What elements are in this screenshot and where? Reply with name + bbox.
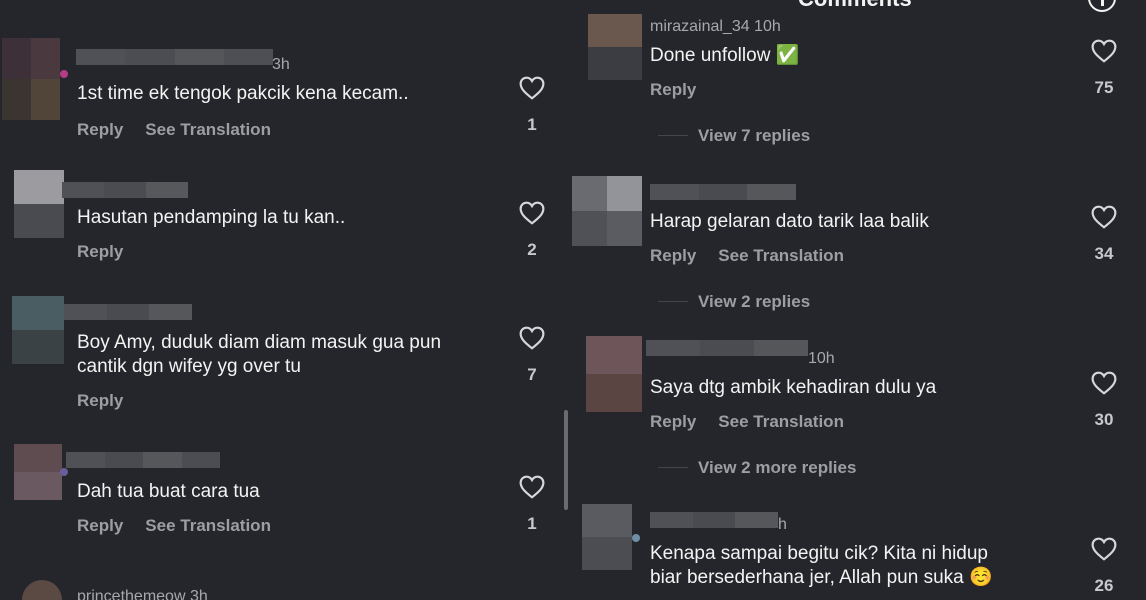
comment-actions: Reply	[77, 391, 145, 411]
see-translation-button[interactable]: See Translation	[718, 412, 844, 431]
comment-username[interactable]: mirazainal_34 10h	[650, 18, 781, 36]
right-comment-list[interactable]: mirazainal_34 10h Done unfollow ✅ Reply …	[570, 0, 1146, 600]
comment-text: 1st time ek tengok pakcik kena kecam..	[77, 83, 409, 104]
heart-icon[interactable]	[1091, 371, 1117, 395]
username-blurred	[650, 184, 796, 200]
reply-button[interactable]: Reply	[77, 391, 123, 410]
comment-text: Dah tua buat cara tua	[77, 481, 260, 502]
heart-icon[interactable]	[1091, 537, 1117, 561]
comment-text: Boy Amy, duduk diam diam masuk gua pun	[77, 332, 442, 353]
avatar[interactable]	[14, 170, 64, 238]
comment-text-line-2: biar bersederhana jer, Allah pun suka ☺️	[650, 567, 993, 588]
story-ring-icon	[60, 468, 68, 476]
comment-time: h	[778, 516, 787, 533]
comment-actions: Reply See Translation	[77, 120, 293, 140]
comment-actions: Reply See Translation	[650, 412, 866, 432]
like-count: 75	[1094, 78, 1114, 97]
avatar[interactable]	[588, 14, 642, 80]
avatar[interactable]	[22, 580, 62, 600]
username-blurred	[76, 49, 273, 65]
see-translation-button[interactable]: See Translation	[145, 516, 271, 535]
comment-actions: Reply See Translation	[650, 246, 866, 266]
avatar[interactable]	[14, 444, 62, 500]
reply-thread-line	[658, 301, 688, 302]
comment-time: 3h	[272, 56, 290, 73]
reply-button[interactable]: Reply	[650, 246, 696, 265]
comment-actions: Reply	[650, 80, 718, 100]
heart-icon[interactable]	[519, 475, 545, 499]
view-replies-button[interactable]: View 2 replies	[698, 292, 810, 312]
like-count: 30	[1094, 410, 1114, 429]
reply-button[interactable]: Reply	[77, 242, 123, 261]
comment-text: Harap gelaran dato tarik laa balik	[650, 211, 929, 232]
like-count: 7	[527, 365, 537, 384]
avatar[interactable]	[2, 38, 60, 120]
username-blurred	[646, 340, 808, 356]
username-blurred	[66, 452, 220, 468]
username-blurred	[650, 512, 778, 528]
like-count: 26	[1094, 576, 1114, 595]
username-blurred	[64, 304, 192, 320]
scrollbar[interactable]	[564, 410, 568, 510]
left-comment-list[interactable]: 3h 1st time ek tengok pakcik kena kecam.…	[0, 0, 560, 600]
reply-button[interactable]: Reply	[650, 412, 696, 431]
username-blurred	[62, 182, 188, 198]
comment-actions: Reply	[77, 242, 145, 262]
heart-icon[interactable]	[519, 201, 545, 225]
like-count: 1	[527, 514, 537, 533]
reply-button[interactable]: Reply	[650, 80, 696, 99]
comment-text: Done unfollow ✅	[650, 45, 800, 66]
reply-thread-line	[658, 467, 688, 468]
heart-icon[interactable]	[1091, 205, 1117, 229]
avatar[interactable]	[12, 296, 64, 364]
heart-icon[interactable]	[519, 326, 545, 350]
like-count: 2	[527, 240, 537, 259]
story-ring-icon	[632, 534, 640, 542]
like-count: 34	[1094, 244, 1114, 263]
reply-thread-line	[658, 135, 688, 136]
see-translation-button[interactable]: See Translation	[145, 120, 271, 139]
comment-text: Hasutan pendamping la tu kan..	[77, 207, 346, 228]
avatar[interactable]	[572, 176, 642, 246]
comment-text: Kenapa sampai begitu cik? Kita ni hidup	[650, 543, 989, 564]
comment-text: Saya dtg ambik kehadiran dulu ya	[650, 377, 937, 398]
comment-username[interactable]: princethemeow 3h	[77, 588, 208, 600]
reply-button[interactable]: Reply	[77, 120, 123, 139]
view-replies-button[interactable]: View 2 more replies	[698, 458, 856, 478]
like-count: 1	[527, 115, 537, 134]
heart-icon[interactable]	[1091, 39, 1117, 63]
comment-actions: Reply See Translation	[77, 516, 293, 536]
see-translation-button[interactable]: See Translation	[718, 246, 844, 265]
reply-button[interactable]: Reply	[77, 516, 123, 535]
heart-icon[interactable]	[519, 76, 545, 100]
avatar[interactable]	[582, 504, 632, 570]
comment-text-line-2: cantik dgn wifey yg over tu	[77, 356, 301, 377]
comment-time: 10h	[808, 350, 835, 367]
story-ring-icon	[60, 70, 68, 78]
view-replies-button[interactable]: View 7 replies	[698, 126, 810, 146]
avatar[interactable]	[586, 336, 642, 412]
